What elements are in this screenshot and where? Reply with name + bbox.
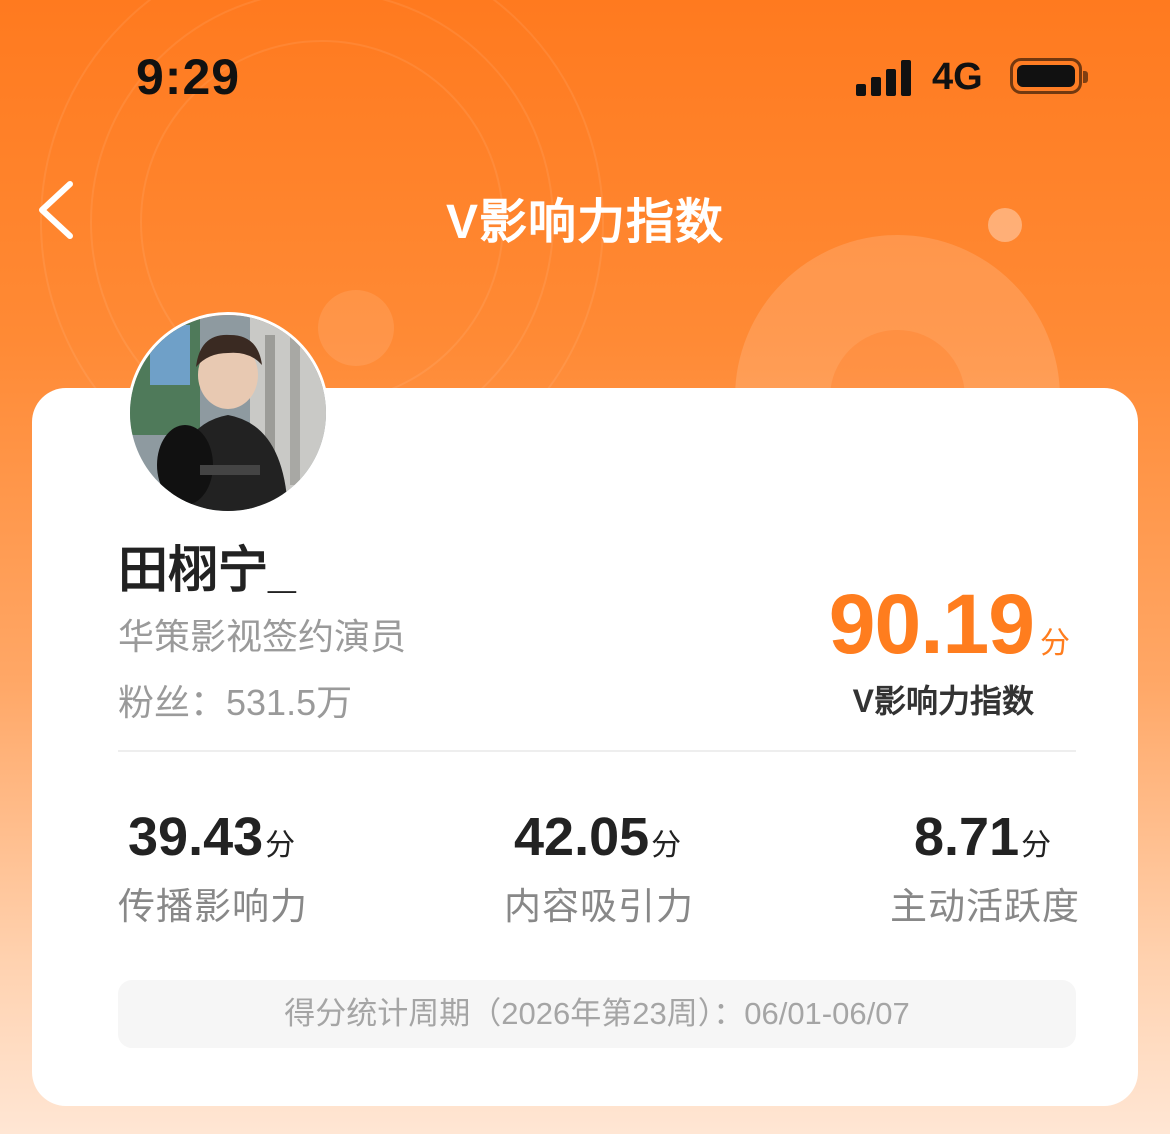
metric-value: 39.43	[128, 807, 264, 867]
signal-icon	[856, 60, 916, 96]
total-score: 90.19 分	[829, 576, 1070, 673]
metric-value: 8.71	[914, 807, 1020, 867]
metric-label: 内容吸引力	[504, 886, 694, 927]
total-score-label: V影响力指数	[852, 683, 1034, 719]
status-time: 9:29	[136, 49, 241, 105]
status-bar: 9:29 4G	[0, 0, 1170, 150]
battery-icon	[1010, 58, 1088, 94]
avatar[interactable]	[127, 312, 329, 514]
fans-count: 粉丝：531.5万	[118, 682, 353, 723]
metric-unit: 分	[1021, 829, 1052, 862]
metric-unit: 分	[265, 829, 296, 862]
metric-spread-influence: 39.43分 传播影响力	[118, 806, 308, 930]
divider	[118, 750, 1076, 752]
page-title: V影响力指数	[445, 196, 725, 249]
total-score-unit: 分	[1040, 627, 1070, 660]
bg-dot	[318, 290, 394, 366]
metric-unit: 分	[651, 829, 682, 862]
user-name: 田栩宁_	[118, 542, 296, 598]
metric-value: 42.05	[514, 807, 650, 867]
network-type: 4G	[932, 56, 983, 98]
user-description: 华策影视签约演员	[118, 616, 407, 657]
avatar-image	[130, 315, 326, 511]
metric-label: 传播影响力	[118, 886, 308, 927]
metric-activity: 8.71分 主动活跃度	[890, 806, 1080, 930]
metric-label: 主动活跃度	[890, 886, 1080, 927]
total-score-value: 90.19	[828, 577, 1035, 671]
score-period: 得分统计周期（2026年第23周）：06/01-06/07	[118, 980, 1076, 1048]
metric-content-attraction: 42.05分 内容吸引力	[504, 806, 694, 930]
nav-bar: V影响力指数	[0, 160, 1170, 260]
